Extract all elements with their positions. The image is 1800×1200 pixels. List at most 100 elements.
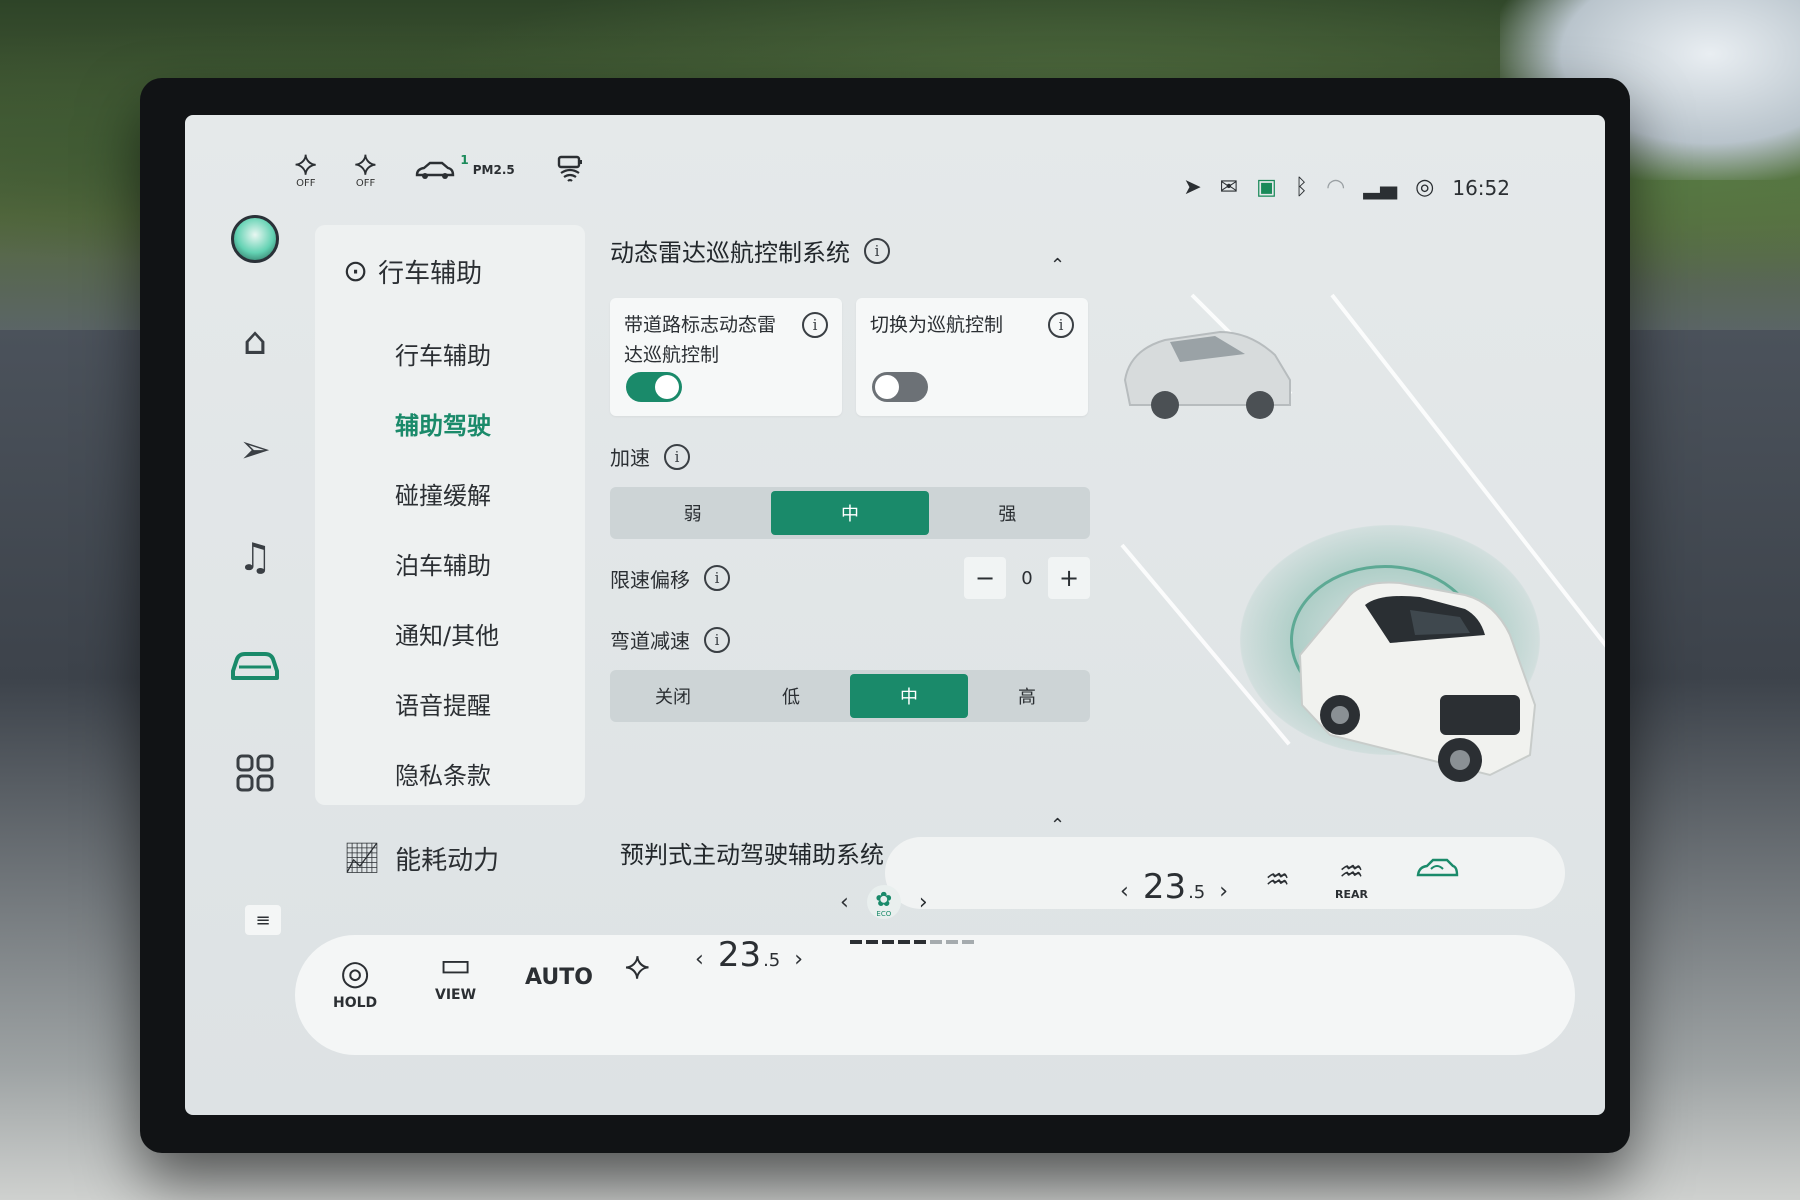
recirculation-button[interactable]	[1415, 855, 1459, 883]
curve-segmented: 关闭 低 中 高	[610, 670, 1090, 722]
camera-view-button[interactable]: ▭ VIEW	[435, 947, 476, 1003]
card-switch-cruise-label: 切换为巡航控制	[870, 314, 1004, 336]
curve-option-off[interactable]: 关闭	[614, 674, 732, 718]
menu-header-label: 行车辅助	[378, 259, 483, 289]
info-icon[interactable]: i	[664, 443, 690, 470]
lead-vehicle	[1123, 330, 1291, 419]
home-icon[interactable]: ⌂	[225, 311, 285, 371]
climate-auto-button[interactable]: AUTO	[525, 965, 593, 990]
info-icon[interactable]: i	[704, 626, 730, 653]
accel-option-weak[interactable]: 弱	[614, 491, 771, 535]
section-header[interactable]: 动态雷达巡航控制系统 i	[610, 233, 1090, 268]
seat-heat-driver-status: OFF	[296, 178, 316, 189]
menu-item-collision-mitigation[interactable]: 碰撞缓解	[315, 458, 585, 528]
defrost-rear-icon: ♒	[1338, 855, 1365, 888]
music-icon[interactable]: ♫	[225, 527, 285, 587]
toggle-cards: 带道路标志动态雷达巡航控制 i 切换为巡航控制 i	[610, 298, 1090, 416]
menu-toggle-button[interactable]: ≡	[245, 905, 281, 935]
temp-left-down-button[interactable]: ‹	[695, 947, 704, 972]
car-settings-icon	[231, 652, 279, 680]
fan-level-segment	[946, 940, 958, 944]
fan-level-segment	[962, 940, 974, 944]
left-nav-rail: ⌂ ➢ ♫	[215, 205, 295, 955]
collapse-chevron-icon[interactable]: ⌃	[1050, 255, 1065, 276]
menu-item-privacy[interactable]: 隐私条款	[315, 738, 585, 808]
card-road-sign-acc[interactable]: 带道路标志动态雷达巡航控制 i	[610, 298, 842, 416]
rear-label: REAR	[1335, 888, 1368, 901]
fan-level-segment	[866, 940, 878, 944]
menu-item-notifications[interactable]: 通知/其他	[315, 598, 585, 668]
next-section-title[interactable]: 预判式主动驾驶辅助系统	[620, 835, 884, 870]
menu-header[interactable]: ⊙ 行车辅助	[315, 225, 585, 290]
plus-button[interactable]: +	[1048, 557, 1090, 599]
temp-right-control: ‹ 23 .5 ›	[1120, 867, 1228, 907]
bluetooth-icon: ᛒ	[1294, 175, 1309, 200]
status-bar: ➤ ✉ ▣ ᛒ ◠ ▂▄ ◎ 16:52	[1183, 175, 1510, 200]
curve-option-high[interactable]: 高	[968, 674, 1086, 718]
defrost-front-button[interactable]: ♒	[1265, 863, 1290, 896]
seat-heat-driver-button[interactable]: ⯎ OFF	[295, 150, 317, 190]
section-title: 动态雷达巡航控制系统	[610, 239, 850, 267]
accel-segmented: 弱 中 强	[610, 487, 1090, 539]
seat-heat-passenger-button[interactable]: ⯎ OFF	[355, 150, 377, 190]
fan-level-bar	[850, 940, 974, 944]
signal-4g-icon: ▂▄	[1363, 175, 1398, 200]
auto-hold-button[interactable]: ◎ HOLD	[333, 955, 377, 1011]
infotainment-screen: ⯎ OFF ⯎ OFF 1 PM2.5 ➤ ✉ ▣ ᛒ ◠ ▂▄ ◎ 16:52…	[185, 115, 1605, 1115]
menu-item-driving-assist[interactable]: 行车辅助	[315, 318, 585, 388]
car-icon[interactable]	[225, 635, 285, 695]
menu-item-assisted-driving[interactable]: 辅助驾驶	[315, 388, 585, 458]
energy-label: 能耗动力	[395, 846, 500, 876]
fan-down-button[interactable]: ‹	[840, 890, 849, 915]
menu-item-energy[interactable]: 📈︎ 能耗动力	[343, 840, 499, 877]
temp-right-decimal: .5	[1188, 882, 1206, 903]
speed-offset-label-group: 限速偏移 i	[610, 564, 730, 593]
temp-right-up-button[interactable]: ›	[1219, 879, 1228, 904]
hold-icon: ◎	[340, 953, 370, 993]
recirculation-icon	[1416, 858, 1459, 877]
navigation-icon[interactable]: ➤	[1183, 175, 1201, 200]
curve-option-mid[interactable]: 中	[850, 674, 968, 718]
temp-left-control: ‹ 23 .5 ›	[695, 935, 803, 975]
air-quality-button[interactable]: 1 PM2.5	[414, 153, 515, 183]
message-icon[interactable]: ✉	[1220, 175, 1238, 200]
temp-left-up-button[interactable]: ›	[794, 947, 803, 972]
fan-eco-icon[interactable]: ✿ ECO	[866, 885, 901, 919]
defrost-rear-button[interactable]: ♒ REAR	[1335, 855, 1368, 901]
expand-chevron-icon[interactable]: ⌃	[1050, 815, 1065, 836]
temp-right-down-button[interactable]: ‹	[1120, 879, 1129, 904]
navigation-icon[interactable]: ➢	[225, 419, 285, 479]
seat-button[interactable]: ⯎	[625, 950, 650, 986]
wireless-charge-icon	[557, 155, 582, 182]
accel-option-mid[interactable]: 中	[771, 491, 929, 535]
camera-icon[interactable]: ▣	[1256, 175, 1277, 200]
wireless-charge-button[interactable]	[553, 153, 587, 187]
curve-option-low[interactable]: 低	[732, 674, 850, 718]
curve-row: 弯道减速 i	[610, 625, 1090, 654]
switch-cruise-toggle[interactable]	[872, 372, 928, 402]
pm-value: 1	[460, 152, 469, 167]
card-switch-cruise[interactable]: 切换为巡航控制 i	[856, 298, 1088, 416]
accel-option-strong[interactable]: 强	[929, 491, 1086, 535]
user-icon[interactable]: ◎	[1415, 175, 1434, 200]
fan-up-button[interactable]: ›	[919, 890, 928, 915]
ego-vehicle	[1298, 581, 1537, 782]
speed-offset-stepper: − 0 +	[964, 557, 1090, 599]
info-icon[interactable]: i	[802, 312, 828, 338]
menu-item-voice-reminder[interactable]: 语音提醒	[315, 668, 585, 738]
info-icon[interactable]: i	[864, 237, 890, 264]
accel-label: 加速	[610, 446, 650, 470]
road-sign-acc-toggle[interactable]	[626, 372, 682, 402]
avatar[interactable]	[231, 215, 279, 263]
info-icon[interactable]: i	[1048, 312, 1074, 338]
fan-level-segment	[850, 940, 862, 944]
minus-button[interactable]: −	[964, 557, 1006, 599]
speed-offset-row: 限速偏移 i − 0 +	[610, 557, 1090, 599]
apps-icon[interactable]	[225, 743, 285, 803]
clock: 16:52	[1452, 175, 1510, 200]
menu-item-parking-assist[interactable]: 泊车辅助	[315, 528, 585, 598]
air-quality-car-icon	[416, 161, 455, 179]
view-label: VIEW	[435, 987, 477, 1003]
speed-offset-label: 限速偏移	[610, 567, 690, 592]
info-icon[interactable]: i	[704, 565, 730, 591]
